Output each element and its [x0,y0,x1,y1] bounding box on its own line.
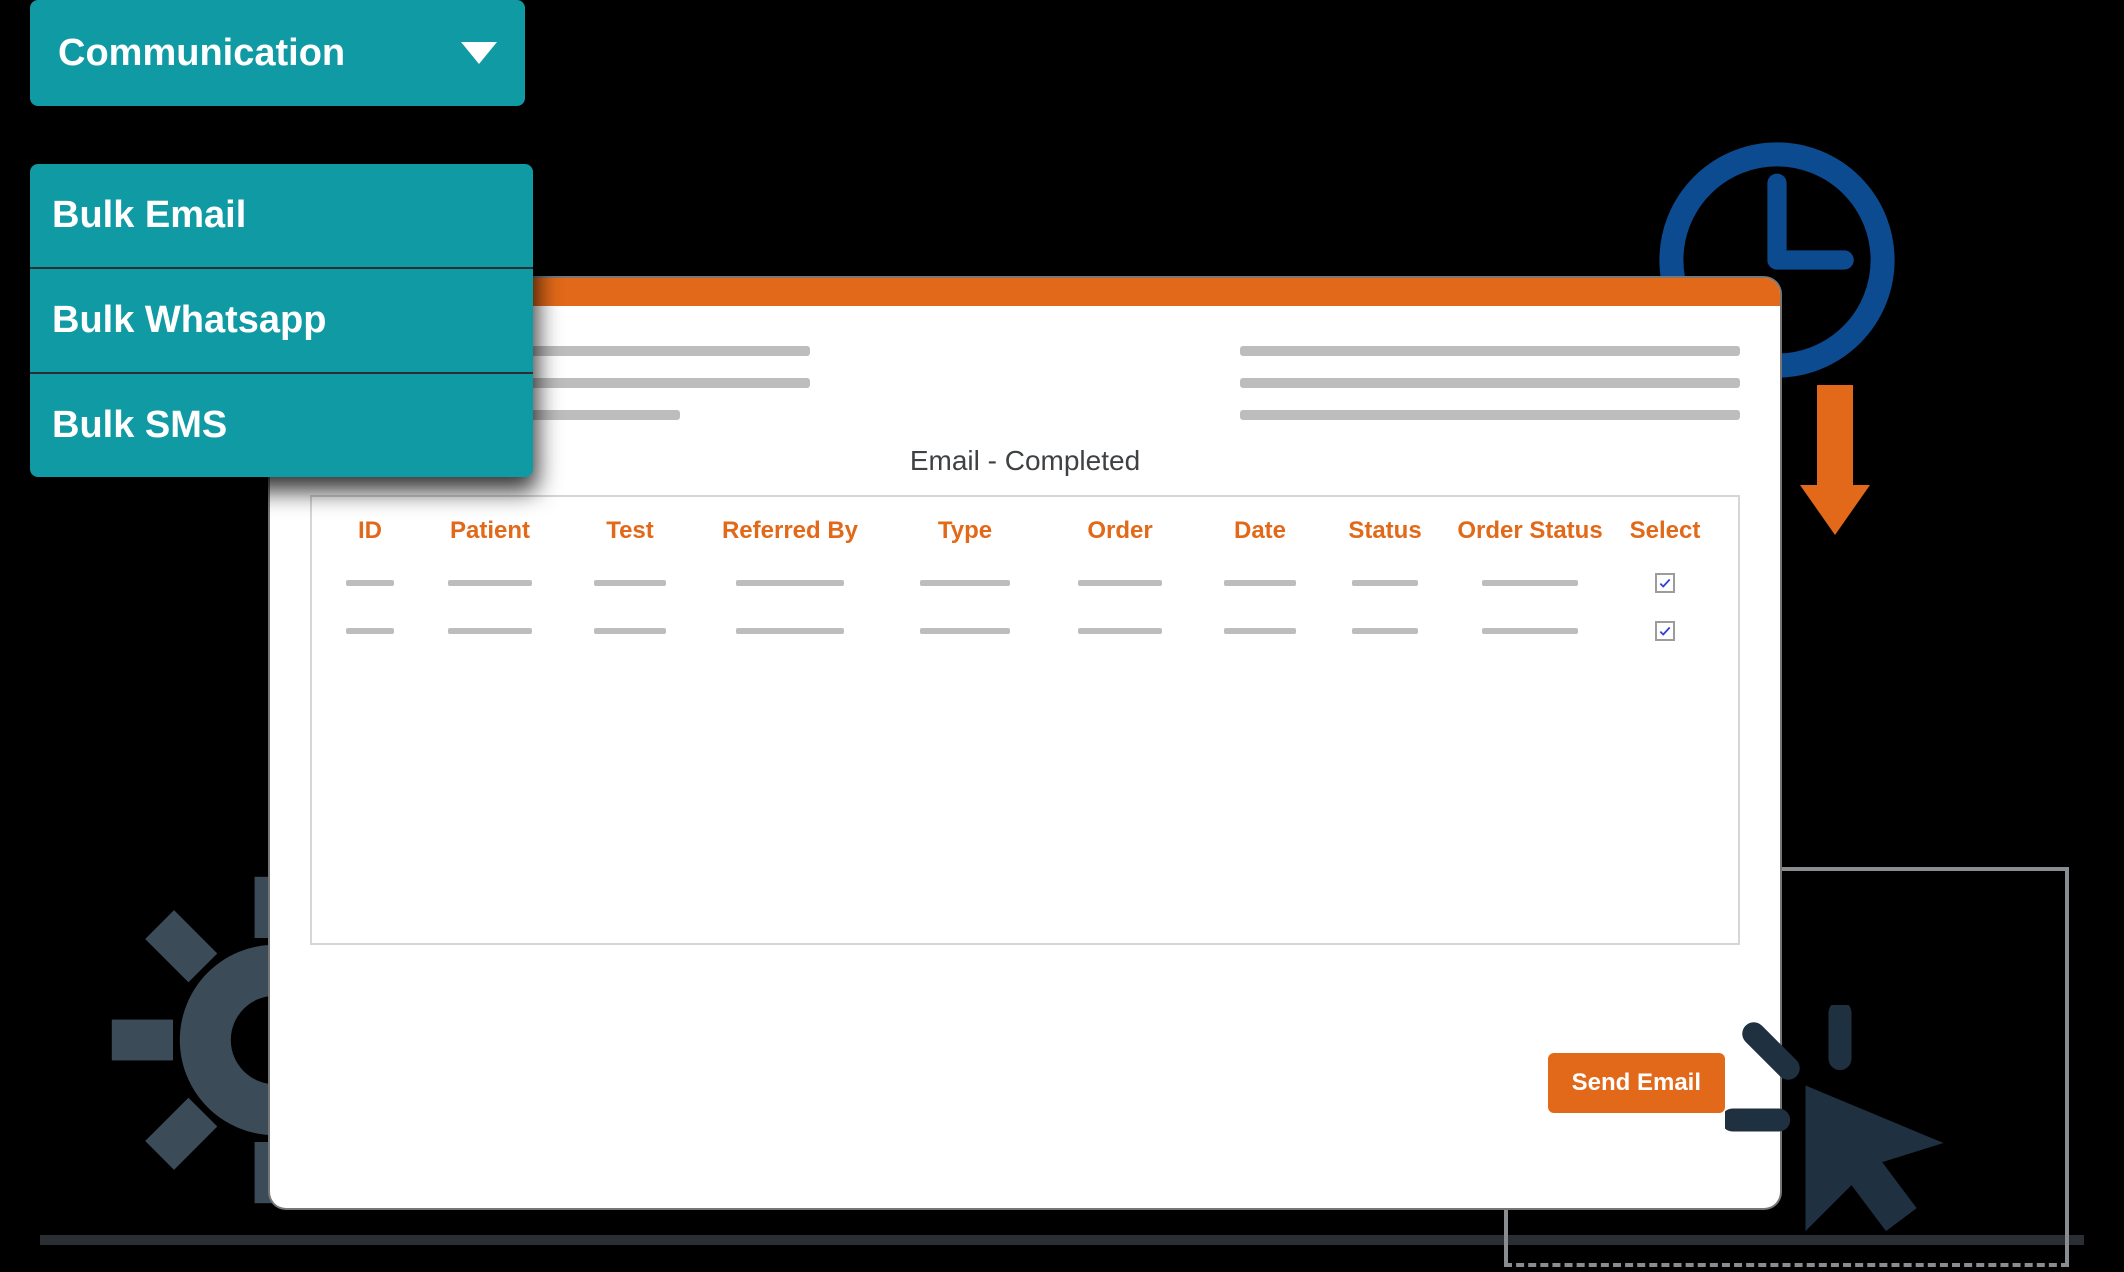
dropdown-toggle-button[interactable]: Communication [30,0,525,106]
cell-placeholder [1078,628,1162,634]
th-order-status: Order Status [1450,517,1610,545]
dropdown-item-bulk-sms[interactable]: Bulk SMS [30,374,533,477]
table-row [330,573,1720,593]
dropdown-item-bulk-whatsapp[interactable]: Bulk Whatsapp [30,269,533,374]
th-date: Date [1200,517,1320,545]
cell-placeholder [920,580,1010,586]
check-icon [1658,624,1672,638]
cell-placeholder [1482,580,1578,586]
cell-placeholder [594,628,666,634]
communication-dropdown: Communication Bulk Email Bulk Whatsapp B… [30,0,530,477]
dropdown-menu: Bulk Email Bulk Whatsapp Bulk SMS [30,164,533,477]
th-order: Order [1050,517,1190,545]
th-id: ID [330,517,410,545]
th-patient: Patient [420,517,560,545]
cell-placeholder [736,580,844,586]
caret-down-icon [461,42,497,64]
cell-placeholder [1078,580,1162,586]
cell-placeholder [448,580,532,586]
cell-placeholder [920,628,1010,634]
row-select-checkbox[interactable] [1655,573,1675,593]
cell-placeholder [346,580,394,586]
cell-placeholder [1482,628,1578,634]
cell-placeholder [448,628,532,634]
send-email-button[interactable]: Send Email [1548,1053,1725,1113]
cell-placeholder [346,628,394,634]
th-test: Test [570,517,690,545]
cell-placeholder [736,628,844,634]
cell-placeholder [1224,628,1296,634]
table-header-row: ID Patient Test Referred By Type Order D… [330,517,1720,545]
dropdown-item-bulk-email[interactable]: Bulk Email [30,164,533,269]
cell-placeholder [1224,580,1296,586]
cell-placeholder [594,580,666,586]
th-type: Type [890,517,1040,545]
table-row [330,621,1720,641]
cell-placeholder [1352,628,1418,634]
data-table: ID Patient Test Referred By Type Order D… [310,495,1740,945]
dropdown-label: Communication [58,32,345,75]
cursor-icon [1725,1005,1955,1235]
cell-placeholder [1352,580,1418,586]
check-icon [1658,576,1672,590]
row-select-checkbox[interactable] [1655,621,1675,641]
th-select: Select [1620,517,1710,545]
th-status: Status [1330,517,1440,545]
th-referred-by: Referred By [700,517,880,545]
arrow-down-icon [1800,385,1870,540]
